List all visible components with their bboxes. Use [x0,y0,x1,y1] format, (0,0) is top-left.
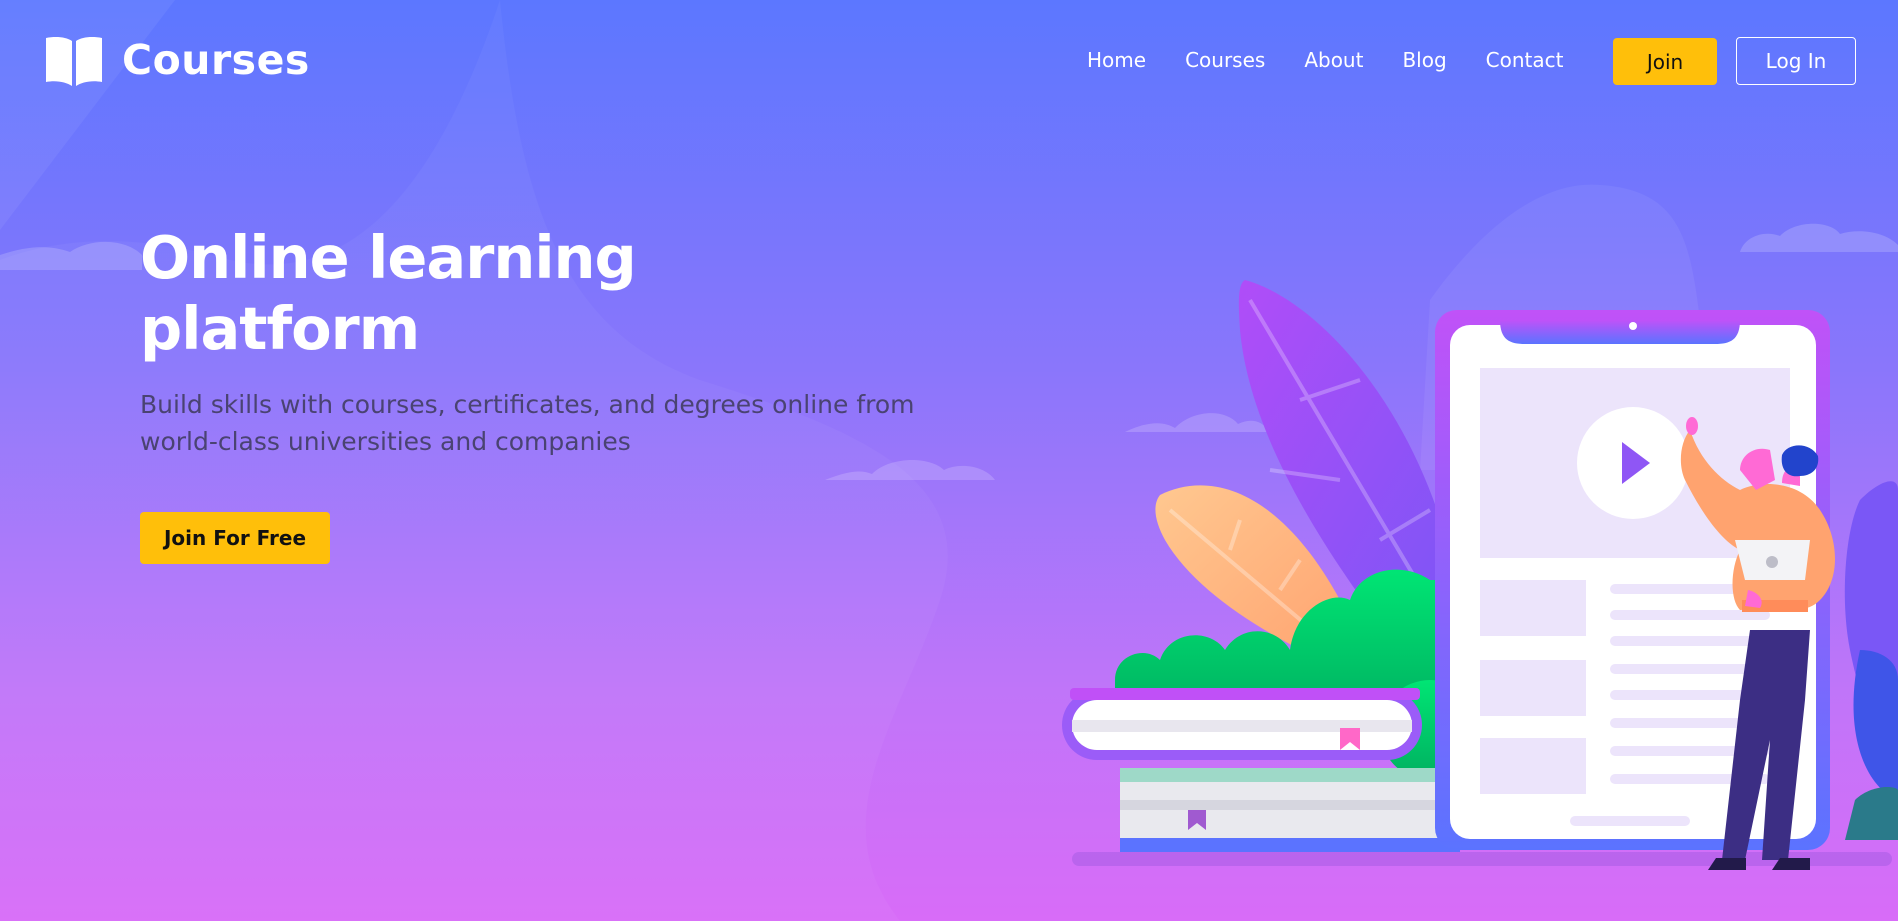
join-button[interactable]: Join [1613,38,1717,85]
brand-name: Courses [122,36,310,84]
hero-title-line-2: platform [140,294,420,363]
hero-title: Online learning platform [140,222,840,364]
hero-subtitle: Build skills with courses, certificates,… [140,386,940,460]
nav-link-blog[interactable]: Blog [1402,48,1446,72]
brand-logo[interactable]: Courses [44,34,310,86]
open-book-icon [46,37,102,86]
hero-illustration [1062,280,1898,870]
hero-subtitle-line-1: Build skills with courses, certificates,… [140,390,915,419]
hero-title-line-1: Online learning [140,223,637,292]
top-nav: Courses Home Courses About Blog Contact … [0,0,1898,120]
nav-link-home[interactable]: Home [1087,48,1146,72]
nav-link-contact[interactable]: Contact [1486,48,1564,72]
nav-link-courses[interactable]: Courses [1185,48,1265,72]
hero-subtitle-line-2: world-class universities and companies [140,427,631,456]
nav-link-about[interactable]: About [1304,48,1363,72]
login-button[interactable]: Log In [1736,37,1856,85]
main-menu: Home Courses About Blog Contact [1087,48,1602,72]
join-for-free-button[interactable]: Join For Free [140,512,330,564]
